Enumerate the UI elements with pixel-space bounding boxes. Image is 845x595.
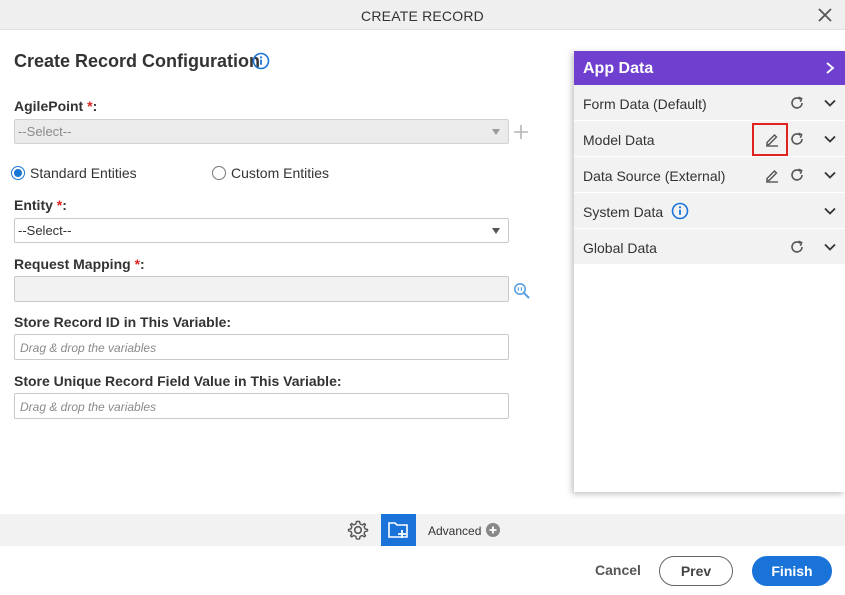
agilepoint-select[interactable]: --Select-- bbox=[14, 119, 509, 144]
app-data-header[interactable]: App Data bbox=[574, 51, 845, 85]
close-icon[interactable] bbox=[817, 7, 833, 23]
chevron-down-icon[interactable] bbox=[822, 167, 838, 183]
radio-standard-entities[interactable]: Standard Entities bbox=[11, 165, 137, 181]
label-colon: : bbox=[140, 256, 145, 272]
folder-plus-icon bbox=[388, 522, 408, 538]
finish-button[interactable]: Finish bbox=[752, 556, 832, 586]
radio-dot bbox=[11, 166, 25, 180]
dialog-titlebar: CREATE RECORD bbox=[0, 0, 845, 30]
chevron-right-icon[interactable] bbox=[825, 62, 835, 74]
store-unique-field[interactable]: Drag & drop the variables bbox=[14, 393, 509, 419]
entity-label-text: Entity bbox=[14, 197, 53, 213]
store-record-id-label: Store Record ID in This Variable: bbox=[14, 314, 232, 330]
agilepoint-select-value: --Select-- bbox=[18, 124, 72, 139]
page-title: Create Record Configuration bbox=[14, 51, 261, 71]
request-mapping-label: Request Mapping *: bbox=[14, 256, 145, 272]
request-mapping-label-text: Request Mapping bbox=[14, 256, 131, 272]
row-label: Global Data bbox=[583, 240, 657, 256]
add-circle-icon[interactable] bbox=[486, 523, 500, 537]
row-label: Model Data bbox=[583, 132, 655, 148]
entity-label: Entity *: bbox=[14, 197, 67, 213]
chevron-down-icon[interactable] bbox=[822, 95, 838, 111]
radio-custom-entities-label: Custom Entities bbox=[231, 165, 330, 181]
refresh-icon[interactable] bbox=[789, 131, 805, 147]
entity-select-value: --Select-- bbox=[18, 223, 72, 238]
app-data-row-form-data[interactable]: Form Data (Default) bbox=[574, 85, 845, 121]
prev-button[interactable]: Prev bbox=[659, 556, 733, 586]
advanced-label[interactable]: Advanced bbox=[428, 524, 481, 538]
add-icon[interactable] bbox=[513, 124, 529, 140]
store-record-id-field[interactable]: Drag & drop the variables bbox=[14, 334, 509, 360]
radio-dot bbox=[212, 166, 226, 180]
mapping-search-icon[interactable] bbox=[513, 282, 530, 299]
app-data-row-global-data[interactable]: Global Data bbox=[574, 229, 845, 265]
label-colon: : bbox=[92, 98, 98, 114]
chevron-down-icon[interactable] bbox=[822, 239, 838, 255]
radio-custom-entities[interactable]: Custom Entities bbox=[212, 165, 329, 181]
refresh-icon[interactable] bbox=[789, 95, 805, 111]
edit-icon[interactable] bbox=[764, 167, 780, 183]
footer-toolbar: Advanced bbox=[0, 514, 845, 546]
label-colon: : bbox=[62, 197, 67, 213]
store-unique-label: Store Unique Record Field Value in This … bbox=[14, 373, 342, 389]
request-mapping-field[interactable] bbox=[14, 276, 509, 302]
agilepoint-label-text: AgilePoint bbox=[14, 98, 84, 114]
radio-standard-entities-label: Standard Entities bbox=[30, 165, 137, 181]
edit-icon-highlight bbox=[752, 123, 788, 156]
caret-down-icon bbox=[492, 228, 500, 234]
chevron-down-icon[interactable] bbox=[822, 203, 838, 219]
app-data-panel: App Data Form Data (Default) Model Data … bbox=[574, 51, 845, 492]
agilepoint-label: AgilePoint *: bbox=[14, 98, 97, 114]
cancel-button[interactable]: Cancel bbox=[588, 556, 648, 586]
gear-icon[interactable] bbox=[347, 519, 369, 541]
app-data-row-data-source[interactable]: Data Source (External) bbox=[574, 157, 845, 193]
info-icon[interactable] bbox=[671, 202, 689, 220]
dialog-title: CREATE RECORD bbox=[361, 8, 484, 24]
info-icon[interactable] bbox=[252, 52, 270, 70]
add-folder-button[interactable] bbox=[381, 514, 416, 546]
row-label: Form Data (Default) bbox=[583, 96, 707, 112]
app-data-title: App Data bbox=[583, 60, 654, 77]
entity-select[interactable]: --Select-- bbox=[14, 218, 509, 243]
refresh-icon[interactable] bbox=[789, 239, 805, 255]
app-data-row-model-data[interactable]: Model Data bbox=[574, 121, 845, 157]
row-label: Data Source (External) bbox=[583, 168, 726, 184]
row-label: System Data bbox=[583, 204, 664, 220]
caret-down-icon bbox=[492, 129, 500, 135]
chevron-down-icon[interactable] bbox=[822, 131, 838, 147]
refresh-icon[interactable] bbox=[789, 167, 805, 183]
app-data-row-system-data[interactable]: System Data bbox=[574, 193, 845, 229]
